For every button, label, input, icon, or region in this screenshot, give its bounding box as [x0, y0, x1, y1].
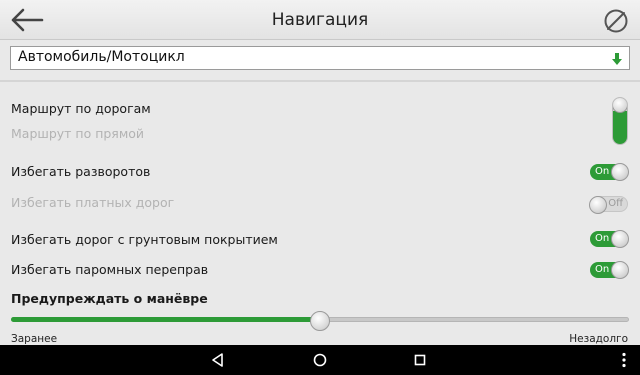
- dots-menu-icon: [622, 352, 626, 368]
- avoid-ferries-label: Избегать паромных переправ: [11, 262, 209, 277]
- maneuver-warning-heading: Предупреждать о манёвре: [11, 291, 208, 306]
- header-bar: Навигация: [0, 0, 640, 40]
- avoid-u-turns-toggle[interactable]: On: [590, 163, 629, 181]
- vehicle-type-select[interactable]: Автомобиль/Мотоцикл: [10, 46, 630, 70]
- slider-min-label: Заранее: [11, 333, 58, 345]
- circle-home-icon: [313, 353, 327, 367]
- avoid-unpaved-roads-label: Избегать дорог с грунтовым покрытием: [11, 232, 278, 247]
- route-type-switch-fill: [613, 110, 627, 144]
- slider-fill: [11, 317, 321, 322]
- nav-back-button[interactable]: [209, 351, 227, 369]
- page-title: Навигация: [271, 10, 369, 30]
- slider-thumb[interactable]: [310, 311, 330, 331]
- avoid-ferries-toggle[interactable]: On: [590, 261, 629, 279]
- toggle-knob: [611, 261, 629, 279]
- route-by-roads-option[interactable]: Маршрут по дорогам: [11, 101, 151, 116]
- toggle-state-text: On: [595, 264, 610, 275]
- toggle-knob: [611, 230, 629, 248]
- avoid-toll-roads-label: Избегать платных дорог: [11, 195, 175, 210]
- square-recents-icon: [414, 354, 426, 366]
- avoid-toll-roads-toggle: Off: [589, 196, 628, 214]
- compass-off-icon: [604, 9, 628, 33]
- navigation-settings-screen: Навигация Автомобиль/Мотоцикл Маршрут по…: [0, 0, 640, 375]
- toggle-knob: [611, 163, 629, 181]
- android-navigation-bar: [0, 345, 640, 375]
- triangle-back-icon: [212, 353, 223, 367]
- nav-recents-button[interactable]: [411, 351, 429, 369]
- toggle-state-text: Off: [608, 198, 623, 209]
- route-type-switch-knob[interactable]: [613, 98, 627, 113]
- toggle-knob: [589, 196, 607, 214]
- arrow-left-icon: [11, 8, 44, 32]
- route-type-switch[interactable]: [612, 97, 628, 145]
- avoid-unpaved-roads-toggle[interactable]: On: [590, 230, 629, 248]
- back-button[interactable]: [10, 7, 46, 33]
- section-divider: [0, 80, 640, 82]
- avoid-u-turns-label: Избегать разворотов: [11, 164, 151, 179]
- route-direct-option[interactable]: Маршрут по прямой: [11, 126, 144, 141]
- dropdown-arrow-icon: [612, 53, 622, 65]
- toggle-state-text: On: [595, 233, 610, 244]
- vehicle-type-value: Автомобиль/Мотоцикл: [18, 49, 185, 65]
- toggle-state-text: On: [595, 166, 610, 177]
- nav-menu-button[interactable]: [615, 351, 633, 369]
- nav-home-button[interactable]: [311, 351, 329, 369]
- slider-max-label: Незадолго: [569, 333, 628, 345]
- compass-button[interactable]: [602, 7, 630, 35]
